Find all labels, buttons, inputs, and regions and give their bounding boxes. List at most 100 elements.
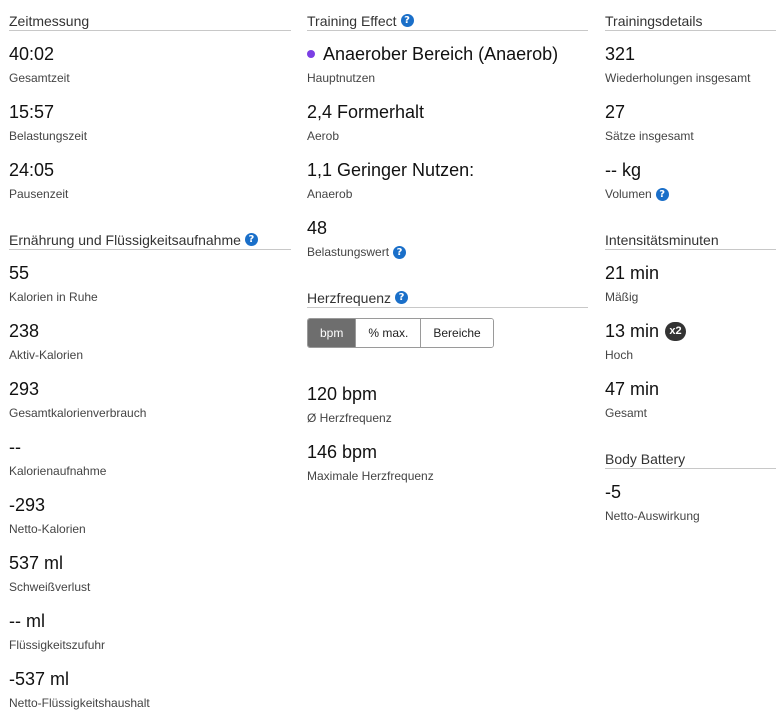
- stat-label: Netto-Kalorien: [9, 522, 86, 536]
- stat-load-time: 15:57 Belastungszeit: [9, 101, 291, 144]
- stat-label: Kalorien in Ruhe: [9, 290, 98, 304]
- help-icon[interactable]: ?: [395, 291, 409, 304]
- stat-label: Volumen ?: [605, 186, 776, 202]
- section-header-training-effect: Training Effect ?: [307, 0, 588, 31]
- column-right: Trainingsdetails 321 Wiederholungen insg…: [605, 0, 776, 524]
- stat-value: --: [9, 437, 21, 457]
- section-header-body-battery: Body Battery: [605, 438, 776, 469]
- section-title: Herzfrequenz: [307, 289, 392, 306]
- stat-label: Belastungszeit: [9, 129, 88, 143]
- stat-label: Aktiv-Kalorien: [9, 348, 84, 362]
- stat-label: Gesamtzeit: [9, 71, 70, 85]
- stat-label: Anaerob: [307, 187, 353, 201]
- stat-label: Belastungswert ?: [307, 244, 588, 260]
- stat-label: Wiederholungen insgesamt: [605, 71, 751, 85]
- stat-aerobic: 2,4 Formerhalt Aerob: [307, 101, 588, 144]
- stat-label: Maximale Herzfrequenz: [307, 469, 434, 483]
- column-middle: Training Effect ? Anaerober Bereich (Ana…: [307, 0, 588, 484]
- stat-sweat-loss: 537 ml Schweißverlust: [9, 552, 291, 595]
- stat-avg-heart-rate: 120 bpm Ø Herzfrequenz: [307, 383, 588, 426]
- stat-volume: -- kg Volumen ?: [605, 159, 776, 202]
- help-icon[interactable]: ?: [393, 245, 407, 259]
- stat-label: Hauptnutzen: [307, 71, 376, 85]
- stat-total-reps: 321 Wiederholungen insgesamt: [605, 43, 776, 86]
- stat-primary-benefit: Anaerober Bereich (Anaerob) Hauptnutzen: [307, 43, 588, 86]
- stat-value: 1,1 Geringer Nutzen:: [307, 160, 475, 180]
- primary-benefit-text: Anaerober Bereich (Anaerob): [323, 44, 559, 64]
- stat-active-calories: 238 Aktiv-Kalorien: [9, 320, 291, 363]
- stat-training-load: 48 Belastungswert ?: [307, 217, 588, 260]
- stat-calorie-intake: -- Kalorienaufnahme: [9, 436, 291, 479]
- stat-high-minutes: 13 min x2 Hoch: [605, 320, 776, 363]
- stat-label: Aerob: [307, 129, 340, 143]
- stat-label: Pausenzeit: [9, 187, 69, 201]
- stat-value: 13 min x2: [605, 320, 776, 342]
- stat-label: Kalorienaufnahme: [9, 464, 107, 478]
- tab-bpm[interactable]: bpm: [308, 319, 357, 347]
- section-header-herzfrequenz: Herzfrequenz ?: [307, 277, 588, 308]
- stat-value: 537 ml: [9, 553, 64, 573]
- stat-net-calories: -293 Netto-Kalorien: [9, 494, 291, 537]
- stat-value: 24:05: [9, 160, 55, 180]
- stat-label: Gesamt: [605, 406, 648, 420]
- multiplier-badge: x2: [665, 321, 687, 341]
- stat-value: -293: [9, 495, 46, 515]
- stat-value: 293: [9, 379, 40, 399]
- stat-pause-time: 24:05 Pausenzeit: [9, 159, 291, 202]
- tab-percent-max[interactable]: % max.: [356, 319, 422, 347]
- help-icon[interactable]: ?: [655, 187, 669, 201]
- section-title: Zeitmessung: [9, 12, 90, 29]
- stat-label-text: Volumen: [605, 187, 652, 201]
- stat-label: Gesamtkalorienverbrauch: [9, 406, 147, 420]
- section-title: Trainingsdetails: [605, 12, 703, 29]
- stat-value: 21 min: [605, 263, 660, 283]
- stat-anaerobic: 1,1 Geringer Nutzen: Anaerob: [307, 159, 588, 202]
- stat-body-battery-net: -5 Netto-Auswirkung: [605, 481, 776, 524]
- stat-total-sets: 27 Sätze insgesamt: [605, 101, 776, 144]
- stat-value: 146 bpm: [307, 442, 378, 462]
- section-header-intensity: Intensitätsminuten: [605, 219, 776, 250]
- stat-label: Schweißverlust: [9, 580, 91, 594]
- section-header-trainingsdetails: Trainingsdetails: [605, 0, 776, 31]
- column-left: Zeitmessung 40:02 Gesamtzeit 15:57 Belas…: [9, 0, 291, 711]
- stat-fluid-intake: -- ml Flüssigkeitszufuhr: [9, 610, 291, 653]
- stat-value: -537 ml: [9, 669, 70, 689]
- section-title: Body Battery: [605, 450, 686, 467]
- stat-label: Netto-Flüssigkeitshaushalt: [9, 696, 150, 710]
- anaerobic-dot-icon: [307, 50, 315, 58]
- stat-value: 47 min: [605, 379, 660, 399]
- help-icon[interactable]: ?: [244, 233, 258, 246]
- stat-value: 120 bpm: [307, 384, 378, 404]
- stat-total-minutes: 47 min Gesamt: [605, 378, 776, 421]
- stat-value: 321: [605, 44, 636, 64]
- stat-value: 27: [605, 102, 626, 122]
- stat-total-calories: 293 Gesamtkalorienverbrauch: [9, 378, 291, 421]
- stat-value: -- ml: [9, 611, 45, 631]
- stat-label: Sätze insgesamt: [605, 129, 694, 143]
- stat-max-heart-rate: 146 bpm Maximale Herzfrequenz: [307, 441, 588, 484]
- stat-label: Ø Herzfrequenz: [307, 411, 392, 425]
- stat-label: Hoch: [605, 348, 634, 362]
- stat-net-fluid: -537 ml Netto-Flüssigkeitshaushalt: [9, 668, 291, 711]
- stat-value: 55: [9, 263, 30, 283]
- stat-value: 15:57: [9, 102, 55, 122]
- tab-zones[interactable]: Bereiche: [421, 319, 493, 347]
- stat-value: Anaerober Bereich (Anaerob): [307, 43, 588, 65]
- stat-label-text: Belastungswert: [307, 245, 390, 259]
- section-header-zeitmessung: Zeitmessung: [9, 0, 291, 31]
- stat-value: -5: [605, 482, 622, 502]
- stat-value: -- kg: [605, 160, 641, 180]
- stat-value: 238: [9, 321, 40, 341]
- heart-rate-unit-toggle: bpm % max. Bereiche: [307, 318, 494, 348]
- stat-value-text: 13 min: [605, 321, 660, 341]
- stat-value: 2,4 Formerhalt: [307, 102, 425, 122]
- section-header-ernaehrung: Ernährung und Flüssigkeitsaufnahme ?: [9, 219, 291, 250]
- stat-label: Flüssigkeitszufuhr: [9, 638, 106, 652]
- section-title: Training Effect: [307, 12, 397, 29]
- section-title: Ernährung und Flüssigkeitsaufnahme: [9, 231, 241, 248]
- stat-value: 40:02: [9, 44, 55, 64]
- stat-resting-calories: 55 Kalorien in Ruhe: [9, 262, 291, 305]
- stat-total-time: 40:02 Gesamtzeit: [9, 43, 291, 86]
- stat-label: Mäßig: [605, 290, 639, 304]
- help-icon[interactable]: ?: [400, 14, 414, 27]
